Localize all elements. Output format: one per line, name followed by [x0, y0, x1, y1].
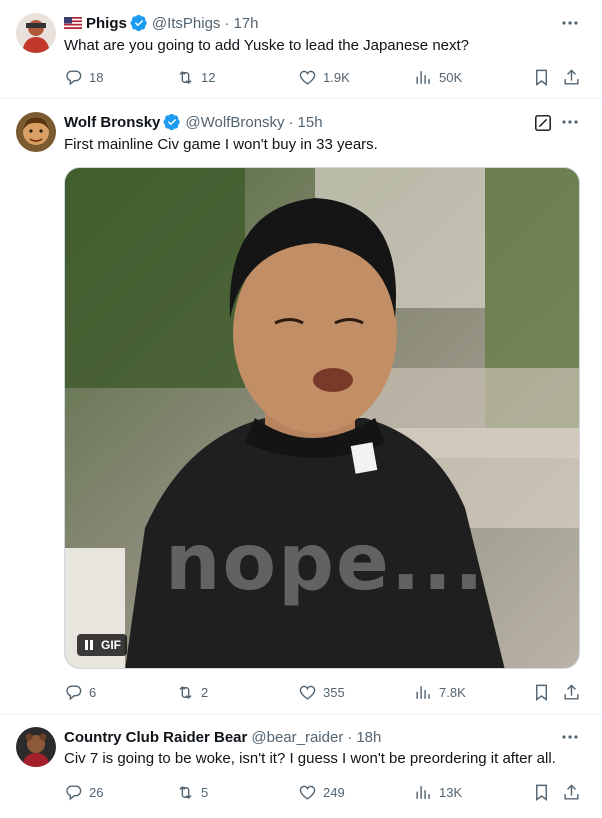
timestamp[interactable]: 15h	[298, 114, 323, 131]
timestamp[interactable]: 17h	[233, 15, 258, 32]
gif-controls[interactable]: GIF	[77, 634, 127, 656]
verified-icon	[163, 113, 181, 131]
retweet-icon	[179, 70, 192, 84]
more-icon[interactable]	[560, 112, 580, 132]
timestamp[interactable]: 18h	[356, 729, 381, 746]
reply-icon	[66, 684, 82, 700]
gif-media[interactable]: nope... GIF	[64, 167, 580, 669]
views-count: 7.8K	[439, 684, 466, 700]
tweet-header: Wolf Bronsky @WolfBronsky · 15h	[64, 112, 323, 132]
retweet-icon	[179, 785, 192, 799]
retweet-button[interactable]: 12	[176, 67, 215, 87]
tweet-phigs[interactable]: Phigs @ItsPhigs · 17h What are you going…	[0, 0, 602, 98]
tweet-text: What are you going to add Yuske to lead …	[64, 37, 470, 54]
retweet-count: 2	[201, 684, 209, 700]
more-icon[interactable]	[560, 727, 580, 747]
views-icon	[416, 685, 430, 699]
reply-count: 18	[89, 69, 104, 85]
author-name[interactable]: Country Club Raider Bear	[64, 729, 247, 746]
tweet-actions: 18 12 1.9K 50K	[64, 67, 586, 87]
author-handle[interactable]: @WolfBronsky	[185, 114, 284, 131]
bookmark-button[interactable]	[532, 67, 551, 87]
retweet-button[interactable]: 2	[176, 682, 208, 702]
author-name[interactable]: Phigs	[86, 15, 127, 32]
views-count: 50K	[439, 69, 463, 85]
tweet-actions: 26 5 249 13K	[64, 782, 586, 802]
bookmark-icon	[536, 69, 547, 86]
avatar[interactable]	[16, 112, 56, 152]
reply-button[interactable]: 18	[64, 67, 103, 87]
author-handle[interactable]: @ItsPhigs	[152, 15, 221, 32]
like-button[interactable]: 1.9K	[298, 67, 350, 87]
views-button[interactable]: 50K	[414, 67, 462, 87]
share-button[interactable]	[562, 67, 581, 87]
views-icon	[416, 785, 430, 799]
author-handle[interactable]: @bear_raider	[251, 729, 343, 746]
like-count: 1.9K	[323, 69, 350, 85]
edited-icon[interactable]	[534, 114, 552, 132]
reply-icon	[66, 784, 82, 800]
reply-count: 26	[89, 784, 104, 800]
share-icon	[564, 68, 579, 85]
tweet-header: Country Club Raider Bear @bear_raider · …	[64, 727, 381, 747]
tweet-actions: 6 2 355 7.8K	[64, 682, 586, 702]
like-count: 355	[323, 684, 345, 700]
retweet-count: 5	[201, 784, 209, 800]
reply-icon	[66, 69, 82, 85]
gif-caption: nope...	[165, 518, 486, 608]
share-icon	[564, 783, 579, 800]
views-button[interactable]: 13K	[414, 782, 462, 802]
bookmark-button[interactable]	[532, 682, 551, 702]
gif-label: GIF	[101, 638, 121, 652]
share-button[interactable]	[562, 782, 581, 802]
views-button[interactable]: 7.8K	[414, 682, 466, 702]
bookmark-button[interactable]	[532, 782, 551, 802]
avatar[interactable]	[16, 13, 56, 53]
like-icon	[299, 685, 316, 700]
author-name[interactable]: Wolf Bronsky	[64, 114, 160, 131]
like-count: 249	[323, 784, 345, 800]
tweet-header: Phigs @ItsPhigs · 17h	[64, 13, 258, 33]
separator: ·	[288, 113, 294, 131]
tweet-text: Civ 7 is going to be woke, isn't it? I g…	[64, 750, 556, 767]
retweet-button[interactable]: 5	[176, 782, 208, 802]
like-icon	[299, 785, 316, 800]
reply-button[interactable]: 6	[64, 682, 96, 702]
retweet-count: 12	[201, 69, 216, 85]
separator: ·	[347, 728, 353, 746]
views-icon	[416, 70, 430, 84]
bookmark-icon	[536, 684, 547, 701]
flag-us-icon	[64, 17, 82, 29]
verified-icon	[130, 14, 147, 32]
tweet-text: First mainline Civ game I won't buy in 3…	[64, 136, 378, 153]
bookmark-icon	[536, 784, 547, 801]
tweet-wolf-bronsky[interactable]: Wolf Bronsky @WolfBronsky · 15h First ma…	[0, 99, 602, 715]
tweet-country-club-raider-bear[interactable]: Country Club Raider Bear @bear_raider · …	[0, 715, 602, 818]
reply-button[interactable]: 26	[64, 782, 103, 802]
pause-icon[interactable]	[83, 639, 95, 651]
like-button[interactable]: 355	[298, 682, 345, 702]
separator: ·	[224, 14, 230, 32]
reply-count: 6	[89, 684, 97, 700]
avatar[interactable]	[16, 727, 56, 767]
retweet-icon	[179, 685, 192, 699]
views-count: 13K	[439, 784, 463, 800]
more-icon[interactable]	[560, 13, 580, 33]
like-button[interactable]: 249	[298, 782, 345, 802]
like-icon	[299, 70, 316, 85]
share-icon	[564, 683, 579, 700]
share-button[interactable]	[562, 682, 581, 702]
